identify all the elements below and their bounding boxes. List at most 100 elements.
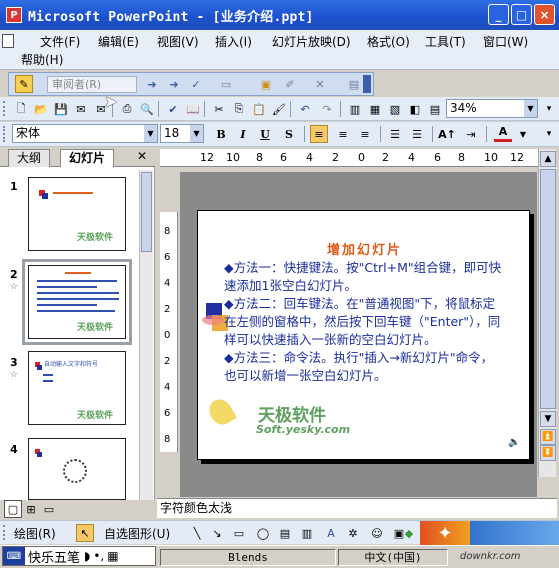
italic-button[interactable]: I (234, 125, 252, 143)
align-right-icon[interactable]: ≡ (356, 125, 374, 143)
thumbnail-scrollbar[interactable] (139, 170, 153, 500)
slide-thumbnail-1[interactable]: 天极软件 (28, 177, 126, 251)
font-color-icon[interactable]: A (494, 124, 512, 142)
numbering-icon[interactable]: ☰ (386, 125, 404, 143)
scroll-thumb[interactable] (540, 169, 556, 409)
scroll-up-icon[interactable]: ▲ (540, 151, 556, 167)
edit-pen-icon[interactable]: ✎ (15, 75, 33, 93)
bullets-icon[interactable]: ☰ (408, 125, 426, 143)
slideshow-icon[interactable]: ▭ (40, 500, 58, 518)
redo-icon[interactable]: ↷ (318, 100, 336, 118)
accept-change-icon[interactable]: ✓ (187, 75, 205, 93)
next-slide-icon[interactable]: ⏬ (540, 445, 556, 461)
shadow-button[interactable]: S (280, 125, 298, 143)
document-icon[interactable] (2, 34, 14, 48)
align-center-icon[interactable]: ≡ (334, 125, 352, 143)
menu-file[interactable]: 文件(F) (40, 33, 80, 50)
spelling-icon[interactable]: ✔ (164, 100, 182, 118)
line-icon[interactable]: ╲ (188, 524, 206, 542)
open-icon[interactable]: 📂 (32, 100, 50, 118)
new-icon[interactable]: 🗋 (12, 100, 30, 118)
menu-tools[interactable]: 工具(T) (425, 33, 466, 50)
insert-chart-icon[interactable]: ▥ (346, 100, 364, 118)
select-pointer-icon[interactable]: ↖ (76, 524, 94, 542)
menu-slideshow[interactable]: 幻灯片放映(D) (272, 33, 351, 50)
scroll-down-icon[interactable]: ▼ (540, 411, 556, 427)
previous-slide-icon[interactable]: ⏫ (540, 429, 556, 445)
minimize-button[interactable]: _ (488, 4, 509, 25)
arrow-icon[interactable]: ↘ (208, 524, 226, 542)
permission-icon[interactable]: ✉ (72, 100, 90, 118)
chevron-down-icon[interactable]: ▼ (524, 100, 537, 117)
print-icon[interactable]: ⎙ (118, 100, 136, 118)
menu-help[interactable]: 帮助(H) (21, 51, 63, 68)
slide-scrollbar[interactable]: ▲ ▼ ⏫ ⏬ (538, 149, 556, 477)
chevron-down-icon[interactable]: ▼ (514, 125, 532, 143)
menu-insert[interactable]: 插入(I) (215, 33, 252, 50)
toolbar-grip[interactable] (3, 525, 7, 540)
reject-change-icon[interactable]: ▭ (217, 75, 235, 93)
wordart-icon[interactable]: A (322, 524, 340, 542)
notes-pane[interactable]: 字符颜色太浅 (157, 498, 557, 518)
chevron-down-icon[interactable]: ▼ (144, 125, 157, 142)
previous-change-icon[interactable]: ➜ (143, 75, 161, 93)
underline-button[interactable]: U (256, 125, 274, 143)
diagram-icon[interactable]: ✲ (344, 524, 362, 542)
insert-comment-icon[interactable]: ▣ (257, 75, 275, 93)
cut-icon[interactable]: ✂ (210, 100, 228, 118)
copy-icon[interactable]: ⎘ (230, 100, 248, 118)
chevron-down-icon[interactable]: ▼ (190, 125, 203, 142)
normal-view-icon[interactable]: ▢ (4, 500, 22, 518)
menu-window[interactable]: 窗口(W) (483, 33, 528, 50)
clipart-icon[interactable]: ☺ (368, 524, 386, 542)
format-painter-icon[interactable]: 🖌 (270, 100, 288, 118)
tab-outline[interactable]: 大纲 (8, 149, 51, 167)
save-icon[interactable]: 💾 (52, 100, 70, 118)
maximize-button[interactable]: □ (511, 4, 532, 25)
punctuation-icon[interactable]: •, (93, 549, 104, 563)
insert-table-icon[interactable]: ▦ (366, 100, 384, 118)
ime-logo-icon[interactable]: ⌨ (3, 547, 25, 565)
edit-comment-icon[interactable]: ✐ (281, 75, 299, 93)
font-size-dropdown[interactable]: 18 ▼ (160, 124, 204, 143)
paste-icon[interactable]: 📋 (250, 100, 268, 118)
align-left-icon[interactable]: ≡ (310, 125, 328, 143)
menu-edit[interactable]: 编辑(E) (98, 33, 139, 50)
rectangle-icon[interactable]: ▭ (230, 524, 248, 542)
toolbar-options-icon[interactable]: ▾ (540, 100, 558, 118)
slide-title[interactable]: 增加幻灯片 (198, 239, 531, 258)
draw-menu-button[interactable]: 绘图(R) (14, 525, 56, 542)
textbox-icon[interactable]: ▤ (276, 524, 294, 542)
slide-sorter-icon[interactable]: ⊞ (22, 500, 40, 518)
menu-format[interactable]: 格式(O) (367, 33, 410, 50)
slide-thumbnail-3[interactable]: 自动输入文字和符号 天极软件 (28, 351, 126, 425)
oval-icon[interactable]: ◯ (254, 524, 272, 542)
indent-icon[interactable]: ⇥ (462, 125, 480, 143)
slide-body-text[interactable]: ◆方法一：快捷键法。按"Ctrl+M"组合键，即可快速添加1张空白幻灯片。 ◆方… (224, 259, 504, 385)
toolbar-grip[interactable] (3, 126, 7, 142)
tables-borders-icon[interactable]: ▧ (386, 100, 404, 118)
font-name-dropdown[interactable]: 宋体 ▼ (12, 124, 158, 143)
toolbar-grip[interactable] (3, 101, 7, 116)
current-slide[interactable]: 增加幻灯片 ◆方法一：快捷键法。按"Ctrl+M"组合键，即可快速添加1张空白幻… (197, 210, 530, 460)
fill-color-icon[interactable]: ◆ (400, 524, 418, 542)
scroll-thumb[interactable] (141, 172, 152, 252)
toolbar-options-icon[interactable] (363, 75, 371, 93)
color-grayscale-icon[interactable]: ◧ (406, 100, 424, 118)
close-button[interactable]: × (534, 4, 555, 25)
half-full-width-icon[interactable]: ◗ (84, 549, 90, 563)
undo-icon[interactable]: ↶ (296, 100, 314, 118)
sound-icon[interactable]: 🔈 (508, 437, 520, 448)
close-pane-icon[interactable]: ✕ (137, 149, 147, 163)
increase-font-icon[interactable]: A↑ (438, 125, 456, 143)
reviewer-dropdown[interactable]: 审阅者(R) (47, 76, 137, 93)
slide-thumbnail-2[interactable]: 天极软件 (22, 259, 132, 345)
ime-bar[interactable]: ⌨ 快乐五笔 ◗ •, ▦ (2, 546, 156, 566)
print-preview-icon[interactable]: 🔍 (138, 100, 156, 118)
autoshapes-button[interactable]: 自选图形(U) (104, 525, 170, 542)
powerpoint-app-icon[interactable]: P (6, 7, 22, 23)
zoom-dropdown[interactable]: 34% ▼ (446, 99, 538, 118)
delete-comment-icon[interactable]: ✕ (311, 75, 329, 93)
tab-slides[interactable]: 幻灯片 (60, 149, 115, 167)
research-icon[interactable]: 📖 (184, 100, 202, 118)
